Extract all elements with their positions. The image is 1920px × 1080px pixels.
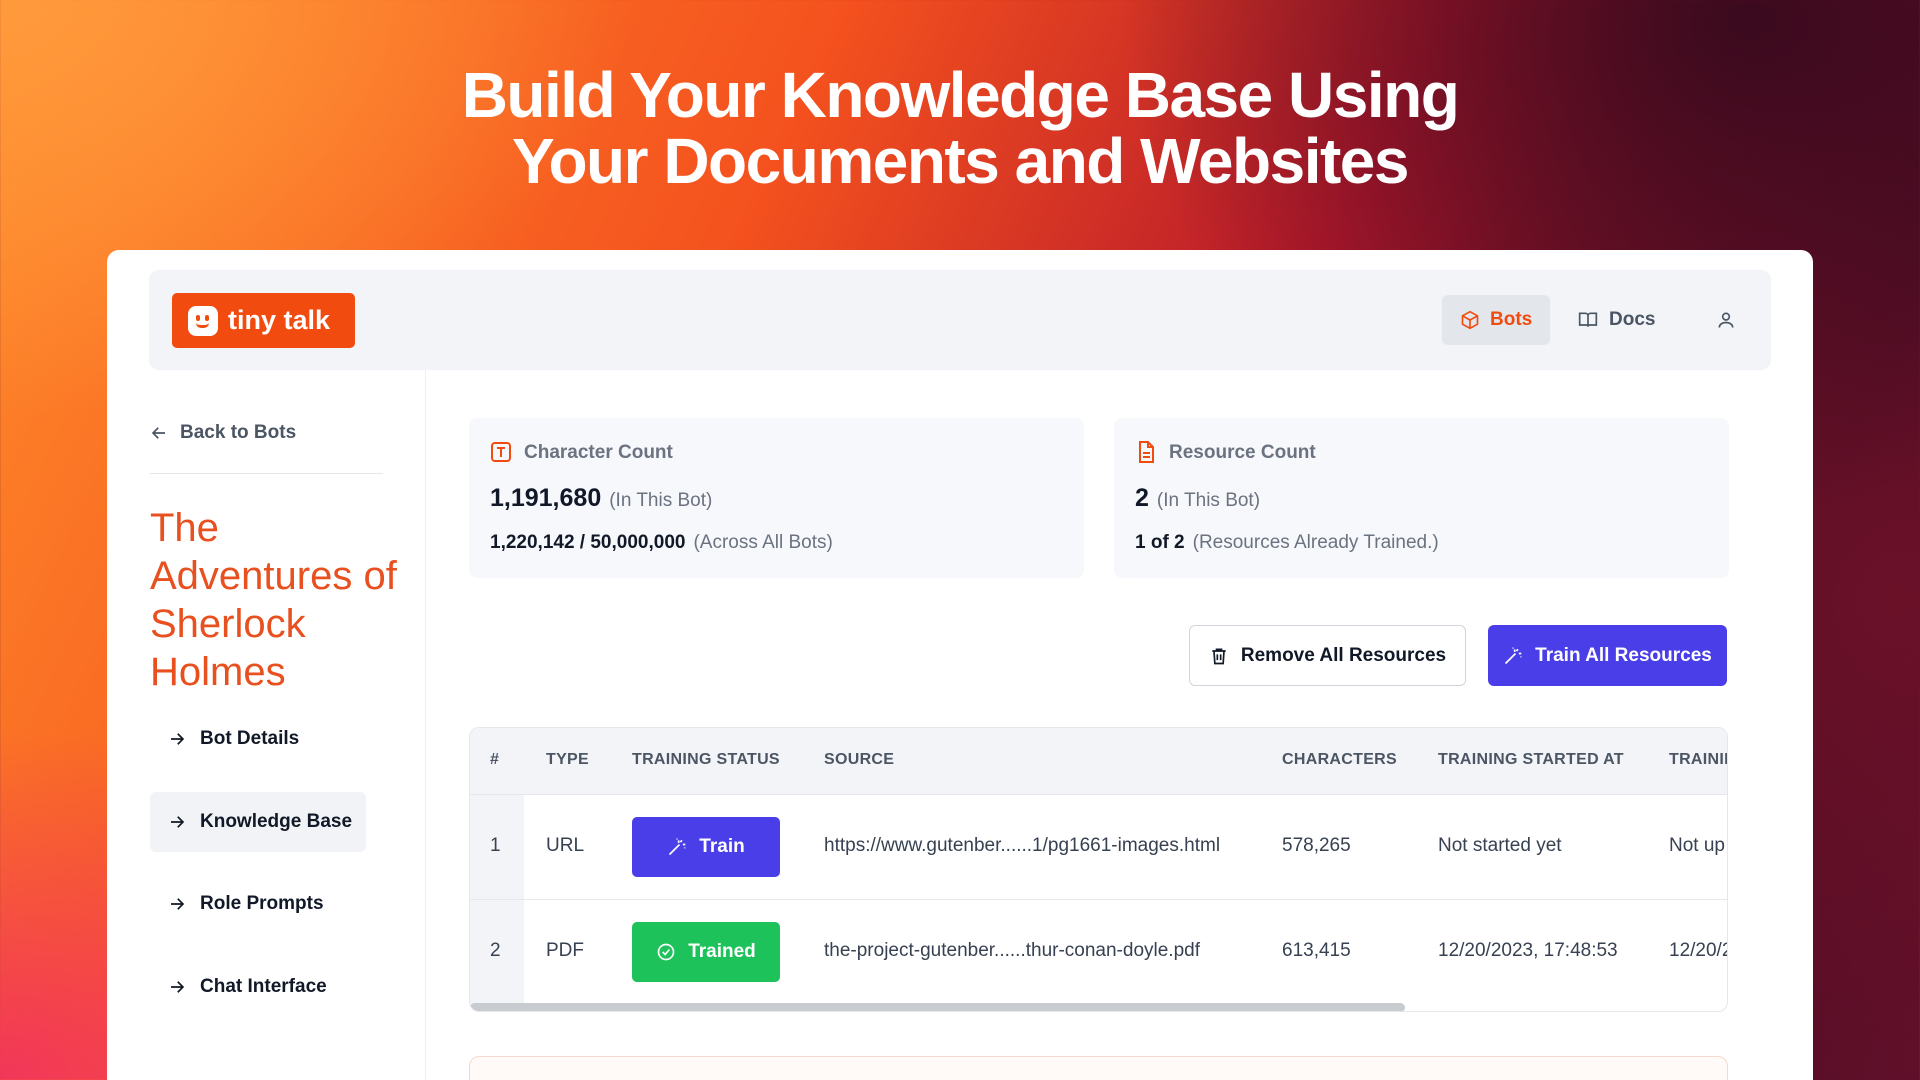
magic-wand-icon	[1505, 647, 1522, 664]
cell-source: the-project-gutenber......thur-conan-doy…	[824, 940, 1201, 961]
column-header-training-status: TRAINING STATUS	[632, 751, 780, 768]
top-navbar: tiny talk Bots Docs	[149, 270, 1771, 370]
character-count-label: Character Count	[524, 442, 673, 463]
train-all-resources-button[interactable]: Train All Resources	[1488, 625, 1727, 686]
column-header-type: TYPE	[546, 751, 589, 768]
cell-training-started: Not started yet	[1438, 835, 1562, 856]
user-menu-button[interactable]	[1706, 295, 1746, 345]
cell-type: URL	[546, 835, 585, 856]
resources-table: # TYPE TRAINING STATUS SOURCE CHARACTERS…	[469, 727, 1728, 1012]
hero-headline: Build Your Knowledge Base Using Your Doc…	[0, 62, 1920, 194]
column-header-source: SOURCE	[824, 751, 895, 768]
smiley-logo-icon	[188, 305, 218, 336]
cell-index: 2	[490, 940, 501, 961]
sidebar-item-label: Bot Details	[200, 728, 300, 749]
column-header-training-started-at: TRAINING STARTED AT	[1438, 751, 1624, 768]
brand-logo[interactable]: tiny talk	[172, 293, 355, 348]
sidebar-item-chat-interface[interactable]: Chat Interface	[150, 957, 366, 1017]
back-label: Back to Bots	[180, 422, 297, 443]
arrow-right-icon	[171, 898, 185, 910]
column-header-characters: CHARACTERS	[1282, 751, 1397, 768]
train-all-label: Train All Resources	[1535, 644, 1712, 666]
status-label: Train	[699, 836, 745, 857]
horizontal-scrollbar[interactable]	[470, 1003, 1405, 1011]
resource-count-label: Resource Count	[1169, 442, 1316, 463]
sidebar-item-label: Knowledge Base	[200, 811, 353, 832]
app-window: tiny talk Bots Docs Back to Bots The Adv…	[107, 250, 1813, 1080]
cell-characters: 613,415	[1282, 940, 1351, 961]
arrow-left-icon	[151, 427, 165, 439]
table-header: # TYPE TRAINING STATUS SOURCE CHARACTERS…	[470, 728, 1727, 794]
sidebar-item-role-prompts[interactable]: Role Prompts	[150, 874, 366, 934]
column-header-training-updated: TRAININ	[1669, 751, 1727, 768]
status-label: Trained	[688, 941, 756, 962]
cell-training-updated: 12/20/2	[1669, 940, 1728, 961]
magic-wand-icon	[669, 838, 686, 856]
user-icon	[1718, 312, 1734, 328]
sidebar-item-label: Chat Interface	[200, 976, 327, 997]
character-count-total: 1,220,142 / 50,000,000 (Across All Bots)	[490, 532, 833, 553]
remove-all-resources-button[interactable]: Remove All Resources	[1189, 625, 1466, 686]
cell-characters: 578,265	[1282, 835, 1351, 856]
cube-icon	[1461, 310, 1479, 330]
check-circle-icon	[657, 943, 675, 961]
nav-docs-button[interactable]: Docs	[1559, 295, 1673, 345]
resource-count-card: Resource Count 2 (In This Bot) 1 of 2 (Res…	[1114, 418, 1729, 578]
sidebar: Back to Bots The Adventures of Sherlock …	[107, 370, 426, 1080]
nav-bots-button[interactable]: Bots	[1442, 295, 1551, 345]
brand-name: tiny talk	[228, 305, 331, 335]
bottom-panel	[469, 1056, 1728, 1080]
character-count-value: 1,191,680 (In This Bot)	[490, 484, 713, 512]
character-count-card: Character Count 1,191,680 (In This Bot) 1…	[469, 418, 1084, 578]
headline-line-1: Build Your Knowledge Base Using	[461, 59, 1460, 131]
table-row: 1 URL Train https://www.gutenber......1/…	[470, 794, 1727, 900]
column-header-index: #	[490, 751, 500, 768]
resource-count-value: 2 (In This Bot)	[1135, 484, 1261, 512]
arrow-right-icon	[171, 816, 185, 828]
resource-trained-count: 1 of 2 (Resources Already Trained.)	[1135, 532, 1439, 553]
table-row: 2 PDF Trained the-project-gutenber......…	[470, 899, 1728, 1005]
trash-icon	[1212, 648, 1226, 664]
cell-training-updated: Not up	[1669, 835, 1725, 856]
trained-status-badge[interactable]: Trained	[632, 922, 780, 982]
cell-source: https://www.gutenber......1/pg1661-image…	[824, 835, 1221, 856]
sidebar-divider	[150, 473, 383, 474]
headline-line-2: Your Documents and Websites	[512, 125, 1409, 197]
back-to-bots-link[interactable]: Back to Bots	[150, 422, 296, 444]
nav-docs-label: Docs	[1609, 309, 1656, 330]
cell-type: PDF	[546, 940, 584, 961]
sidebar-item-bot-details[interactable]: Bot Details	[150, 709, 366, 769]
sidebar-item-label: Role Prompts	[200, 893, 324, 914]
document-icon	[1139, 441, 1154, 463]
nav-bots-label: Bots	[1490, 309, 1533, 330]
book-icon	[1578, 312, 1598, 327]
cell-index: 1	[490, 835, 501, 856]
sidebar-item-knowledge-base[interactable]: Knowledge Base	[150, 792, 366, 852]
remove-all-label: Remove All Resources	[1240, 644, 1447, 666]
train-resource-button[interactable]: Train	[632, 817, 780, 877]
bot-title: The Adventures of Sherlock Holmes	[150, 506, 397, 694]
cell-training-started: 12/20/2023, 17:48:53	[1438, 940, 1618, 961]
arrow-right-icon	[171, 733, 185, 745]
text-type-icon	[491, 442, 511, 462]
arrow-right-icon	[171, 981, 185, 993]
